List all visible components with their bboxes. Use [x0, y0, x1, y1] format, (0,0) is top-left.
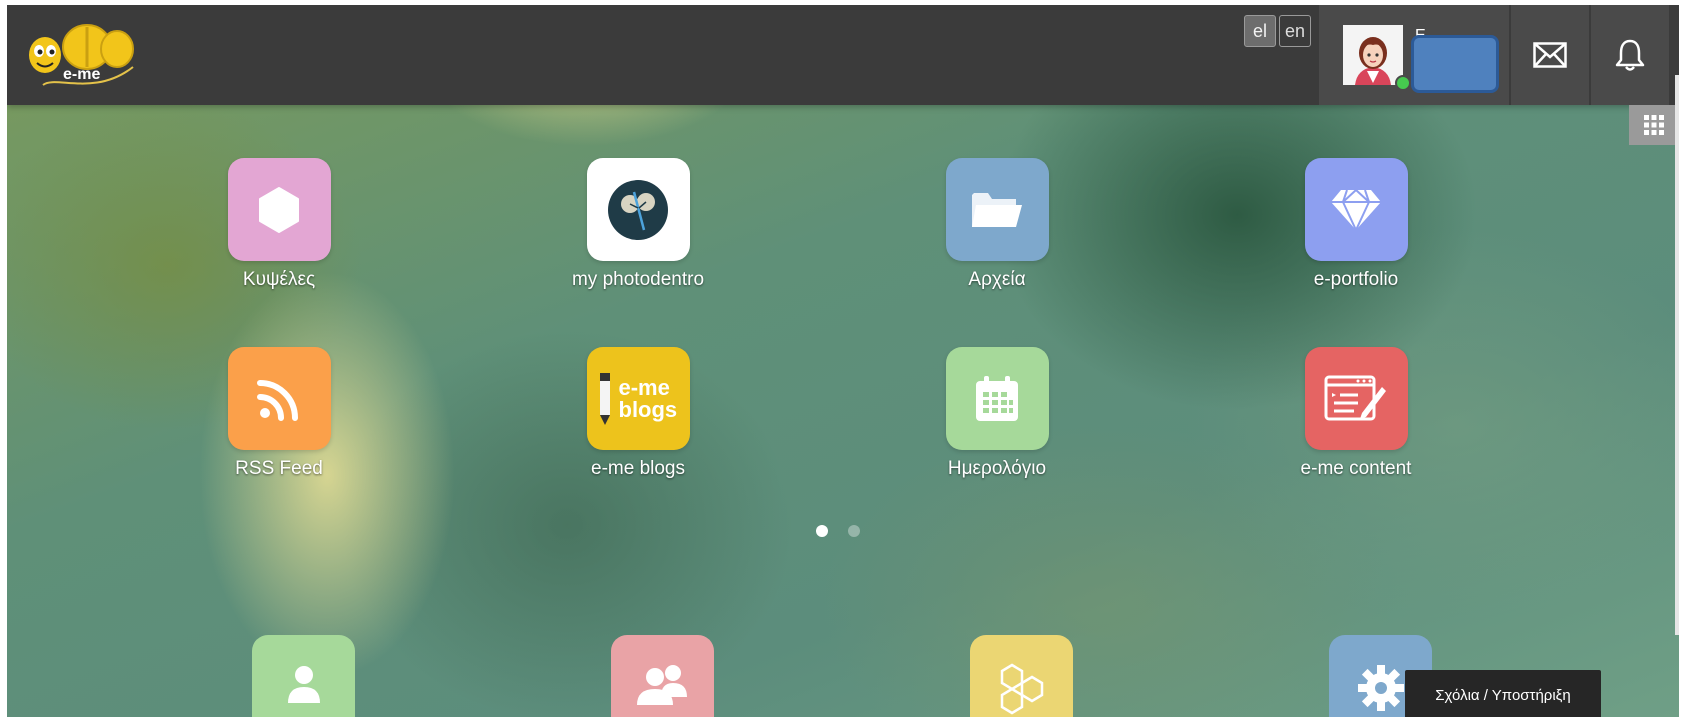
page-dot-2[interactable]: [848, 525, 860, 537]
lang-el-button[interactable]: el: [1244, 15, 1276, 47]
pencil-icon: [599, 372, 610, 425]
photodentro-icon: [608, 179, 668, 240]
notifications-button[interactable]: [1591, 5, 1669, 105]
blogs-tile-text-top: e-me: [618, 374, 670, 400]
lang-en-button[interactable]: en: [1279, 15, 1311, 47]
app-tile[interactable]: [1304, 158, 1408, 261]
users-icon: [636, 665, 687, 705]
app-e-me-blogs[interactable]: e-me blogs e-me blogs: [548, 347, 728, 480]
app-rss-feed[interactable]: RSS Feed: [189, 347, 369, 480]
app-my-photodentro[interactable]: my photodentro: [548, 158, 728, 291]
dock-groups[interactable]: [611, 635, 714, 717]
app-tile[interactable]: [945, 158, 1049, 261]
redacted-user-badge: [1411, 35, 1499, 93]
app-e-me-content[interactable]: e-me content: [1266, 347, 1446, 480]
user-menu[interactable]: Ε: [1319, 5, 1509, 105]
dock-profile[interactable]: [252, 635, 355, 717]
app-e-portfolio[interactable]: e-portfolio: [1266, 158, 1446, 291]
avatar[interactable]: [1343, 25, 1403, 85]
app-label: Ημερολόγιο: [947, 458, 1047, 479]
app-tile[interactable]: e-me blogs: [586, 347, 690, 450]
app-tile[interactable]: [227, 158, 331, 261]
folder-icon: [972, 192, 1022, 227]
gear-icon: [1357, 665, 1404, 711]
app-label: Κυψέλες: [242, 269, 316, 290]
app-imerologio[interactable]: Ημερολόγιο: [907, 347, 1087, 480]
app-kypseles[interactable]: Κυψέλες: [189, 158, 369, 291]
page-indicator: [816, 525, 860, 537]
honeycomb-icon: [1000, 663, 1043, 715]
top-bar: e-me el en Ε: [7, 5, 1679, 105]
app-label: Αρχεία: [968, 269, 1026, 290]
feedback-support-button[interactable]: Σχόλια / Υποστήριξη: [1405, 670, 1601, 717]
app-arxeia[interactable]: Αρχεία: [907, 158, 1087, 291]
app-label: my photodentro: [571, 269, 705, 290]
app-grid-button[interactable]: [1629, 105, 1679, 145]
page-dot-1[interactable]: [816, 525, 828, 537]
app-tile[interactable]: [1304, 347, 1408, 450]
app-tile[interactable]: [945, 347, 1049, 450]
diamond-icon: [1331, 188, 1381, 232]
online-status-indicator: [1395, 75, 1411, 91]
envelope-icon: [1533, 42, 1567, 68]
app-label: e-portfolio: [1313, 269, 1399, 290]
desktop: e-me el en Ε: [7, 5, 1679, 717]
user-icon: [287, 666, 320, 703]
app-label: e-me content: [1300, 458, 1412, 479]
app-tile[interactable]: [227, 347, 331, 450]
dock-hives[interactable]: [970, 635, 1073, 717]
app-label: e-me blogs: [591, 458, 685, 479]
scrollbar[interactable]: [1675, 75, 1679, 635]
content-editor-icon: [1324, 375, 1386, 420]
calendar-icon: [976, 375, 1018, 421]
bell-icon: [1615, 39, 1645, 71]
grid-icon: [1644, 115, 1664, 135]
messages-button[interactable]: [1511, 5, 1589, 105]
app-label: RSS Feed: [235, 458, 323, 479]
e-me-logo[interactable]: e-me: [25, 15, 137, 93]
logo-text: e-me: [63, 66, 100, 83]
blogs-tile-text-bottom: blogs: [618, 396, 678, 422]
rss-icon: [257, 379, 298, 421]
app-tile[interactable]: [586, 158, 690, 261]
hive-hexagon-icon: [259, 186, 299, 233]
